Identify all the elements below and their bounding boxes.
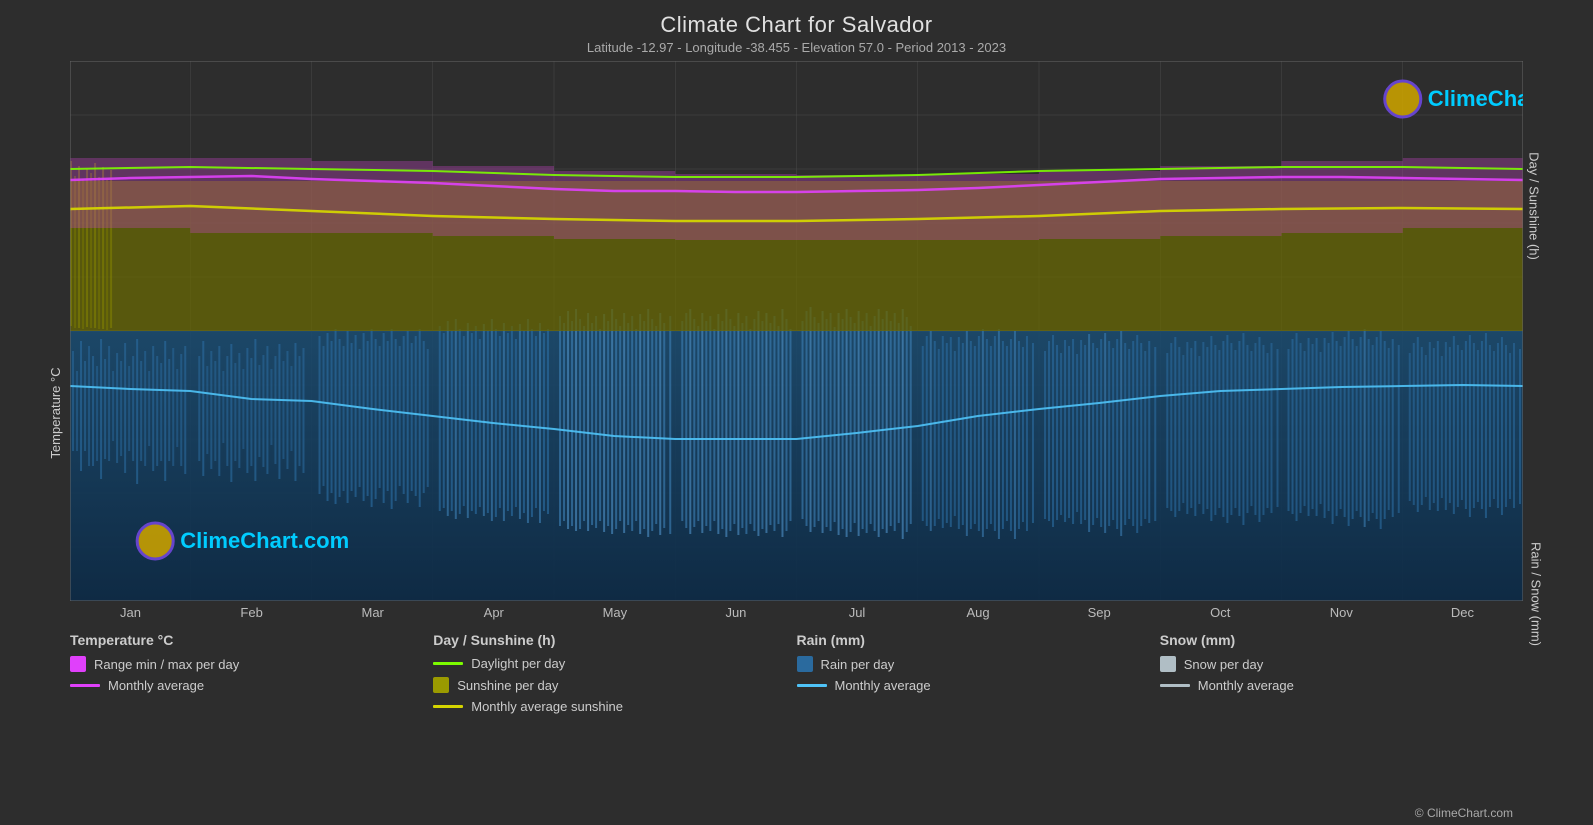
month-labels: Jan Feb Mar Apr May Jun Jul Aug Sep Oct …	[70, 605, 1523, 620]
legend-sunshine-avg-line	[433, 705, 463, 708]
legend-temp-avg-label: Monthly average	[108, 678, 204, 693]
watermark: © ClimeChart.com	[1415, 806, 1513, 820]
legend-sunshine-title: Day / Sunshine (h)	[433, 632, 796, 648]
chart-area: 50 40 30 20 10 0 -10 -20 -30 -40 -50 24 …	[70, 61, 1523, 601]
legend-sunshine-avg: Monthly average sunshine	[433, 699, 796, 714]
legend-snow-title: Snow (mm)	[1160, 632, 1523, 648]
month-label-jan: Jan	[70, 605, 191, 620]
legend-temp-avg-line	[70, 684, 100, 687]
month-label-oct: Oct	[1160, 605, 1281, 620]
legend-sunshine: Day / Sunshine (h) Daylight per day Suns…	[433, 632, 796, 720]
legend-temp-range-swatch	[70, 656, 86, 672]
legend-temp-range: Range min / max per day	[70, 656, 433, 672]
legend-temp-range-label: Range min / max per day	[94, 657, 239, 672]
legend-rain-avg: Monthly average	[797, 678, 1160, 693]
axis-label-right-top: Day / Sunshine (h)	[1527, 152, 1542, 260]
legend-sunshine-day: Sunshine per day	[433, 677, 796, 693]
chart-svg: 50 40 30 20 10 0 -10 -20 -30 -40 -50 24 …	[70, 61, 1523, 601]
legend-area: Temperature °C Range min / max per day M…	[70, 632, 1523, 720]
legend-snow-day: Snow per day	[1160, 656, 1523, 672]
legend-sunshine-label: Sunshine per day	[457, 678, 558, 693]
chart-container: Climate Chart for Salvador Latitude -12.…	[0, 0, 1593, 825]
legend-sunshine-avg-label: Monthly average sunshine	[471, 699, 623, 714]
legend-snow-swatch	[1160, 656, 1176, 672]
month-label-jul: Jul	[796, 605, 917, 620]
svg-text:ClimeChart.com: ClimeChart.com	[1428, 86, 1523, 111]
legend-rain-title: Rain (mm)	[797, 632, 1160, 648]
chart-title: Climate Chart for Salvador	[0, 0, 1593, 38]
legend-snow: Snow (mm) Snow per day Monthly average	[1160, 632, 1523, 720]
month-label-mar: Mar	[312, 605, 433, 620]
legend-daylight: Daylight per day	[433, 656, 796, 671]
legend-sunshine-swatch	[433, 677, 449, 693]
month-label-jun: Jun	[675, 605, 796, 620]
legend-rain-avg-line	[797, 684, 827, 687]
month-label-feb: Feb	[191, 605, 312, 620]
month-label-nov: Nov	[1281, 605, 1402, 620]
legend-rain-avg-label: Monthly average	[835, 678, 931, 693]
axis-label-right-bottom: Rain / Snow (mm)	[1528, 542, 1543, 646]
chart-subtitle: Latitude -12.97 - Longitude -38.455 - El…	[0, 40, 1593, 55]
month-label-may: May	[554, 605, 675, 620]
month-label-aug: Aug	[918, 605, 1039, 620]
legend-rain: Rain (mm) Rain per day Monthly average	[797, 632, 1160, 720]
axis-label-left: Temperature °C	[48, 367, 63, 458]
svg-text:ClimeChart.com: ClimeChart.com	[180, 528, 349, 553]
month-label-dec: Dec	[1402, 605, 1523, 620]
legend-temperature: Temperature °C Range min / max per day M…	[70, 632, 433, 720]
legend-rain-swatch	[797, 656, 813, 672]
legend-daylight-label: Daylight per day	[471, 656, 565, 671]
month-label-sep: Sep	[1039, 605, 1160, 620]
legend-snow-day-label: Snow per day	[1184, 657, 1264, 672]
legend-temp-title: Temperature °C	[70, 632, 433, 648]
legend-snow-avg-label: Monthly average	[1198, 678, 1294, 693]
legend-daylight-line	[433, 662, 463, 665]
legend-snow-avg-line	[1160, 684, 1190, 687]
legend-rain-day-label: Rain per day	[821, 657, 895, 672]
legend-snow-avg: Monthly average	[1160, 678, 1523, 693]
legend-temp-avg: Monthly average	[70, 678, 433, 693]
month-label-apr: Apr	[433, 605, 554, 620]
legend-rain-day: Rain per day	[797, 656, 1160, 672]
